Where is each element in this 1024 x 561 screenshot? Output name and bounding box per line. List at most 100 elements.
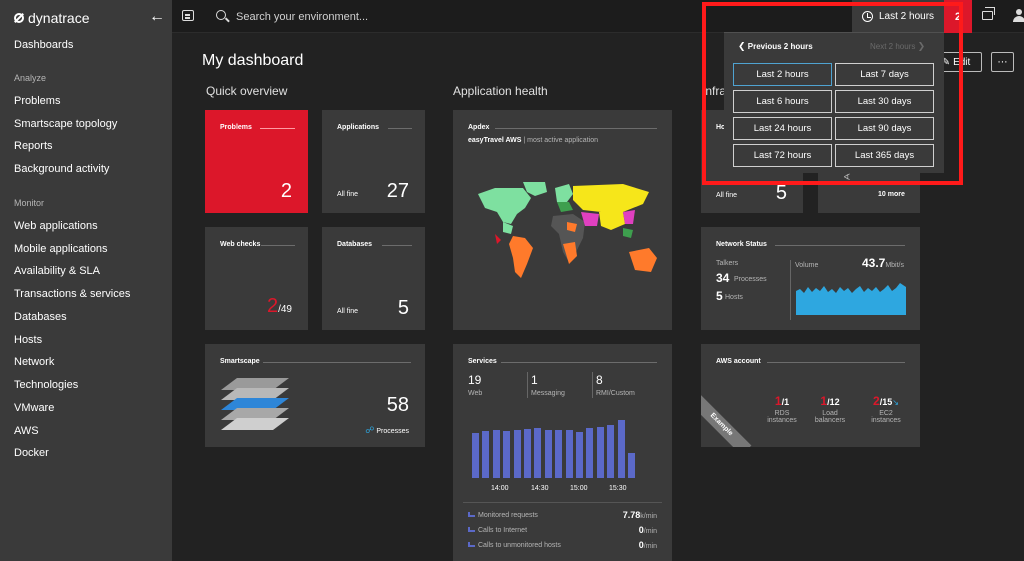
sidebar-item-background-activity[interactable]: Background activity: [14, 163, 109, 175]
chart-icon: [468, 542, 475, 547]
timeframe-popup: ❮ Previous 2 hours Next 2 hours ❯ Last 2…: [724, 32, 944, 173]
environment-icon[interactable]: [182, 10, 194, 21]
sidebar-item-dashboards[interactable]: Dashboards: [14, 39, 73, 51]
tile-apdex[interactable]: Apdex easyTravel AWS | most active appli…: [453, 110, 672, 330]
timeframe-label: Last 2 hours: [879, 11, 935, 22]
aws-rds: 1/1 RDS instances: [760, 392, 804, 424]
timeframe-selector-button[interactable]: Last 2 hours: [852, 0, 944, 33]
timeframe-option-last-365-days[interactable]: Last 365 days: [835, 144, 934, 167]
metric-value: 0/min: [639, 525, 657, 535]
sidebar-item-hosts[interactable]: Hosts: [14, 334, 42, 346]
dynatrace-logo[interactable]: dynatrace: [14, 10, 89, 26]
service-bar: [513, 430, 521, 478]
sidebar-item-mobile-applications[interactable]: Mobile applications: [14, 243, 108, 255]
section-infrastructure: Infra: [702, 84, 727, 98]
tile-title: Network Status: [716, 241, 767, 248]
services-messaging-label: Messaging: [531, 390, 565, 397]
user-icon[interactable]: [1013, 9, 1024, 23]
sidebar-item-aws[interactable]: AWS: [14, 425, 39, 437]
service-bar: [503, 431, 511, 478]
tile-network-status[interactable]: Network Status Talkers 34 Processes 5 Ho…: [701, 227, 920, 330]
tile-web-checks[interactable]: Web checks 2/49: [205, 227, 308, 330]
next-timeframe-link: Next 2 hours ❯: [870, 41, 925, 52]
tile-aws-account[interactable]: AWS account 1/1 RDS instances 1/12 Load …: [701, 344, 920, 447]
aws-ec2-red: 2: [873, 394, 880, 408]
sidebar-item-availability-sla[interactable]: Availability & SLA: [14, 265, 100, 277]
link-icon: ☍: [365, 425, 375, 435]
aws-lb-label: Load: [822, 410, 838, 417]
example-banner: Example: [701, 394, 752, 447]
volume-unit: Mbit/s: [885, 262, 904, 269]
sidebar-item-problems[interactable]: Problems: [14, 95, 60, 107]
tile-title: Services: [468, 358, 497, 365]
tile-divider: [388, 128, 412, 129]
timeframe-option-last-24-hours[interactable]: Last 24 hours: [733, 117, 832, 140]
sidebar-item-transactions-services[interactable]: Transactions & services: [14, 288, 130, 300]
sidebar-item-reports[interactable]: Reports: [14, 140, 53, 152]
timeframe-option-last-2-hours[interactable]: Last 2 hours: [733, 63, 832, 86]
sidebar-item-network[interactable]: Network: [14, 356, 54, 368]
tile-title: Web checks: [220, 241, 261, 248]
x-tick-label: 14:00: [491, 485, 509, 492]
processes-value: 34: [716, 271, 730, 285]
aws-rds-red: 1: [774, 394, 782, 408]
status-text: All fine: [337, 308, 359, 315]
tile-title: Databases: [337, 241, 373, 248]
tile-divider: [495, 128, 657, 129]
timeframe-option-last-90-days[interactable]: Last 90 days: [835, 117, 934, 140]
service-bar: [524, 429, 531, 478]
smartscape-layers-icon: [221, 378, 289, 430]
network-volume-chart: [796, 283, 906, 315]
tile-applications[interactable]: Applications All fine 27: [322, 110, 425, 213]
tile-title: AWS account: [716, 358, 761, 365]
metric-label: Calls to Internet: [478, 527, 528, 534]
tile-databases[interactable]: Databases All fine 5: [322, 227, 425, 330]
timeframe-option-last-30-days[interactable]: Last 30 days: [835, 90, 934, 113]
tile-smartscape[interactable]: Smartscape 58 ☍ Processes: [205, 344, 425, 447]
edit-label: Edit: [953, 56, 971, 68]
tile-title: Applications: [337, 124, 380, 131]
more-options-button[interactable]: ⋯: [991, 52, 1014, 72]
more-label: 10 more: [878, 191, 905, 198]
talkers-label: Talkers: [716, 260, 739, 267]
timeframe-option-last-72-hours[interactable]: Last 72 hours: [733, 144, 832, 167]
databases-count: 5: [397, 297, 409, 319]
volume-number: 43.7: [861, 256, 886, 270]
sidebar-item-web-applications[interactable]: Web applications: [14, 220, 98, 232]
timeframe-option-last-6-hours[interactable]: Last 6 hours: [733, 90, 832, 113]
sidebar-item-technologies[interactable]: Technologies: [14, 379, 78, 391]
smartscape-processes: ☍ Processes: [365, 425, 409, 436]
metric-label: Calls to unmonitored hosts: [478, 542, 561, 549]
collapse-sidebar-icon[interactable]: ←: [149, 8, 165, 26]
status-text: All fine: [337, 191, 359, 198]
sidebar-item-databases[interactable]: Databases: [14, 311, 67, 323]
divider: [527, 372, 528, 398]
services-rmi-label: RMI/Custom: [596, 390, 635, 397]
sidebar-item-smartscape-topology[interactable]: Smartscape topology: [14, 118, 117, 130]
service-bar: [492, 430, 500, 478]
apdex-app-note: | most active application: [523, 137, 598, 144]
service-bar: [576, 432, 583, 478]
tile-services[interactable]: Services 19 Web 1 Messaging 8 RMI/Custom…: [453, 344, 672, 561]
sidebar-item-vmware[interactable]: VMware: [14, 402, 54, 414]
search-input[interactable]: [236, 7, 536, 27]
problems-badge[interactable]: 2: [944, 0, 972, 33]
hosts-count: 5: [775, 182, 787, 204]
service-bar: [555, 430, 563, 478]
previous-timeframe-link[interactable]: ❮ Previous 2 hours: [738, 41, 813, 52]
tile-problems[interactable]: Problems 2: [205, 110, 308, 213]
x-tick-label: 15:30: [609, 485, 627, 492]
service-bar: [617, 420, 625, 478]
sidebar-item-docker[interactable]: Docker: [14, 447, 49, 459]
previous-label: Previous 2 hours: [747, 42, 813, 51]
windows-icon[interactable]: [982, 7, 995, 20]
dynatrace-logo-icon: [14, 13, 24, 23]
service-bar: [544, 430, 552, 478]
chevron-right-icon: ❯: [917, 41, 926, 51]
tile-divider: [501, 362, 657, 363]
metric-label: Monitored requests: [478, 512, 538, 519]
web-checks-failed: 2: [266, 295, 279, 317]
hosts-label: Hosts: [725, 294, 743, 301]
timeframe-option-last-7-days[interactable]: Last 7 days: [835, 63, 934, 86]
chart-icon: [468, 527, 475, 532]
